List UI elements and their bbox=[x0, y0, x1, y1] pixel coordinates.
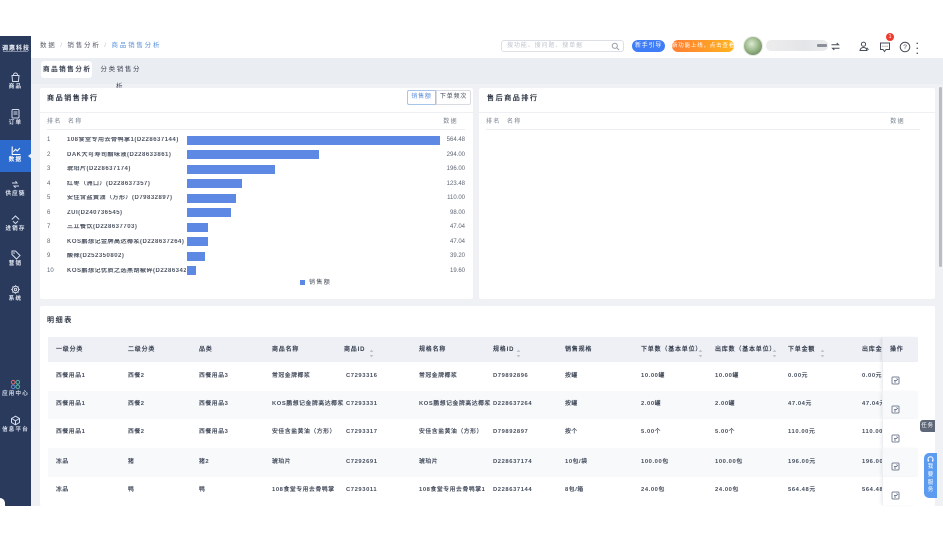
svg-text:?: ? bbox=[903, 44, 907, 51]
